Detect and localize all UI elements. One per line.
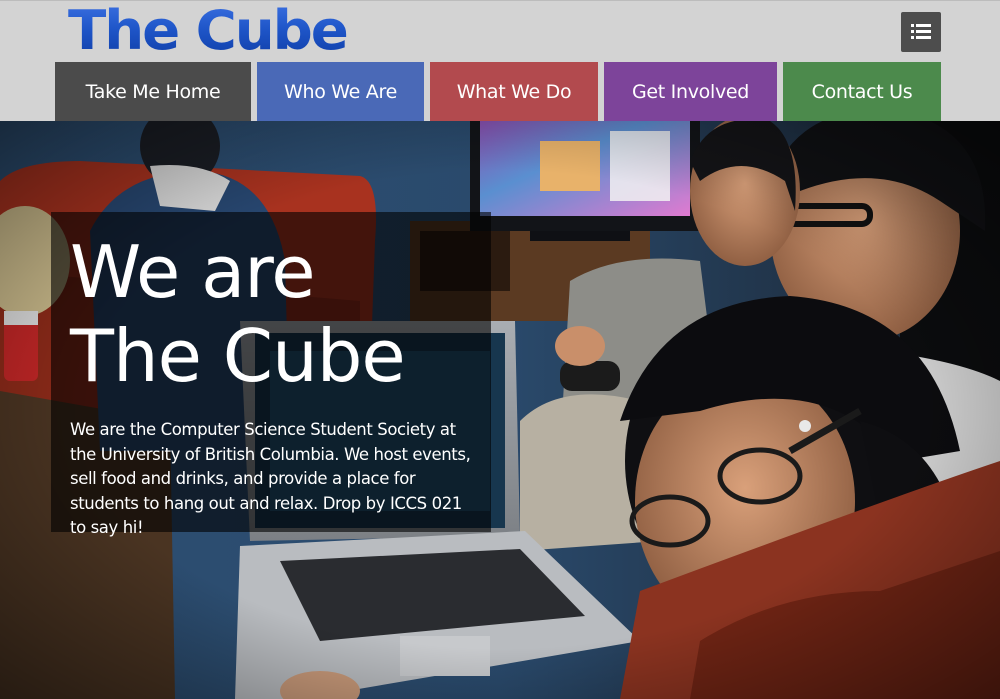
hero-text-panel: We are The Cube We are the Computer Scie… <box>51 212 491 537</box>
nav-take-me-home[interactable]: Take Me Home <box>55 62 251 122</box>
nav-who-we-are[interactable]: Who We Are <box>257 62 424 122</box>
list-icon <box>911 24 931 39</box>
hero-title-line-1: We are <box>70 230 316 314</box>
nav-contact-us[interactable]: Contact Us <box>783 62 941 122</box>
hero-title: We are The Cube <box>70 230 406 398</box>
site-header: The Cube Take Me Home Who We Are What We… <box>0 0 1000 122</box>
hero-description: We are the Computer Science Student Soci… <box>70 420 471 537</box>
site-logo[interactable]: The Cube <box>68 3 349 59</box>
nav-what-we-do[interactable]: What We Do <box>430 62 598 122</box>
menu-button[interactable] <box>901 12 941 52</box>
nav-get-involved[interactable]: Get Involved <box>604 62 777 122</box>
hero-section: We are The Cube We are the Computer Scie… <box>0 121 1000 699</box>
hero-title-line-2: The Cube <box>70 314 406 398</box>
